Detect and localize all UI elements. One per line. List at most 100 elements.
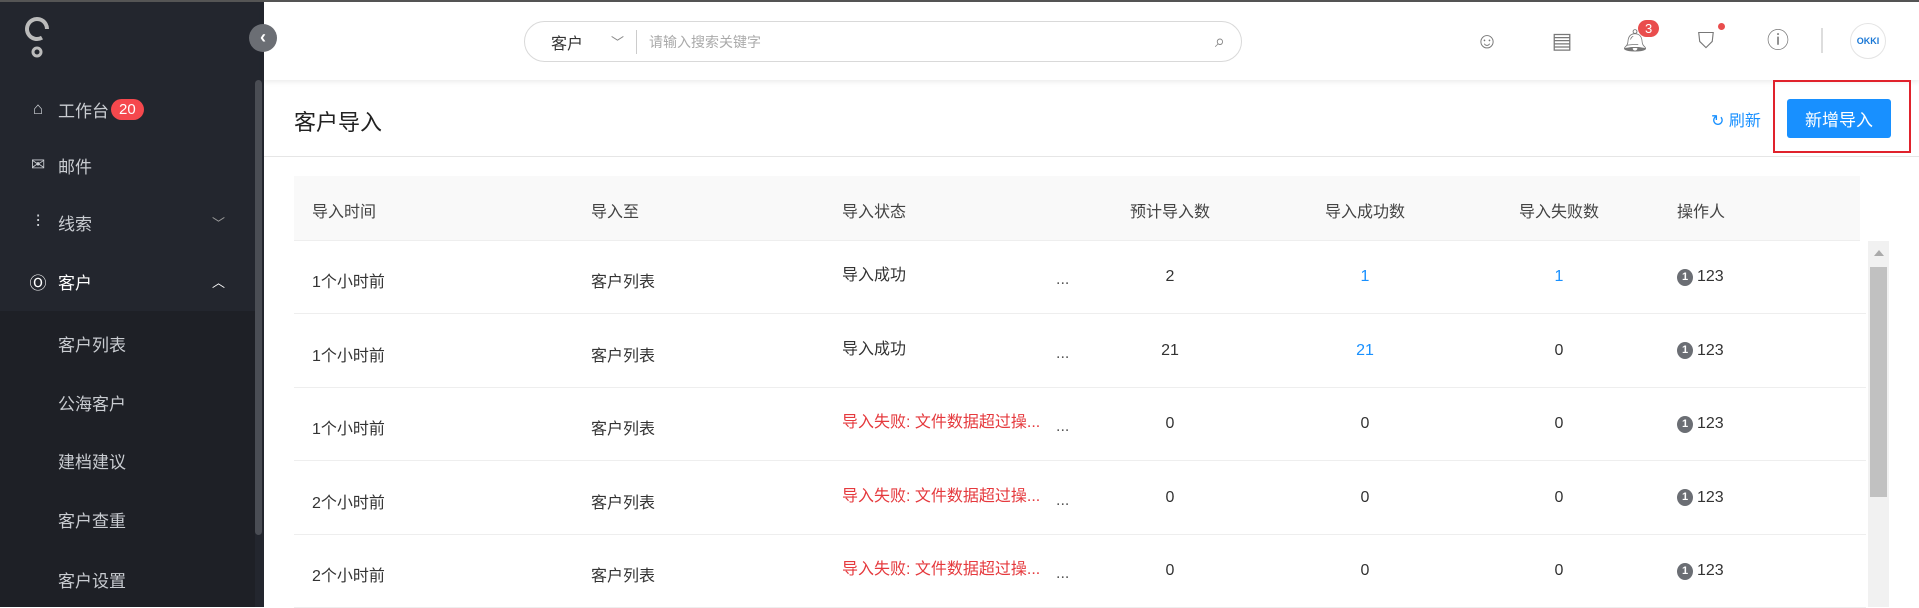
operator: 1 123 [1677,489,1724,507]
notification-badge: 3 [1638,20,1660,37]
sidebar: ⌂ 工作台 20 ✉ 邮件 ⫶ 线索 ﹀ Ⓞ 客户 ︿ 客户列表 公海客户 建档建议 客户查重… [0,2,264,607]
status-more-button[interactable]: ... [1056,345,1069,363]
collapse-sidebar-button[interactable]: ‹ [249,24,277,52]
chevron-down-icon: ﹀ [211,215,225,231]
import-target: 客户列表 [591,494,656,512]
failed-count: 0 [1554,562,1564,579]
sidebar-item-label: 线索 [58,214,92,234]
shield-alert-dot [1718,23,1725,30]
search-icon[interactable]: ⌕ [1215,31,1225,52]
import-status: 导入失败: 文件数据超过操... [842,561,1041,578]
sidebar-item-label: 客户 [58,273,92,293]
column-header: 导入状态 [842,204,907,221]
table-row: 1个小时前 客户列表 导入成功... 21 21 0 1 123 [294,315,1866,388]
avatar[interactable]: OKKI [1850,23,1886,59]
success-count[interactable]: 21 [1356,342,1374,360]
scroll-up-arrow-icon[interactable] [1874,250,1884,256]
customer-icon: Ⓞ [29,273,47,293]
operator-name: 123 [1697,268,1724,285]
import-target: 客户列表 [591,568,656,585]
import-status: 导入成功 [842,267,907,284]
operator: 1 123 [1677,562,1724,580]
logo-icon [25,17,49,58]
sidebar-subitem-filing-suggestions[interactable]: 建档建议 [58,448,126,473]
operator-name: 123 [1697,415,1724,432]
import-status: 导入失败: 文件数据超过操... [842,414,1041,431]
operator-icon: 1 [1677,489,1693,506]
column-header: 导入成功数 [1324,204,1406,221]
column-header: 导入失败数 [1518,204,1600,221]
expected-count: 0 [1165,562,1175,579]
operator: 1 123 [1677,268,1724,286]
expected-count: 2 [1165,268,1175,285]
status-more-button[interactable]: ... [1056,271,1069,289]
import-time: 1个小时前 [312,421,385,438]
table-header: 导入时间 导入至 导入状态 预计导入数 导入成功数 导入失败数 操作人 [294,176,1860,241]
failed-count[interactable]: 1 [1555,268,1564,286]
scrollbar-thumb[interactable] [1870,267,1887,497]
operator: 1 123 [1677,342,1724,360]
success-count: 0 [1360,415,1370,432]
operator-name: 123 [1697,341,1724,359]
assistant-icon[interactable]: ☺ [1472,26,1502,56]
status-more-button[interactable]: ... [1056,418,1069,436]
customer-submenu: 客户列表 公海客户 建档建议 客户查重 客户设置 [0,311,255,607]
status-more-button[interactable]: ... [1056,492,1069,510]
failed-count: 0 [1554,341,1564,359]
expected-count: 0 [1165,488,1175,506]
import-time: 2个小时前 [312,494,385,512]
highlight-box [1773,80,1911,153]
operator-name: 123 [1697,488,1724,506]
operator-icon: 1 [1677,268,1693,286]
success-count[interactable]: 1 [1361,268,1370,286]
failed-count: 0 [1554,415,1564,432]
refresh-button[interactable]: ↻ 刷新 [1711,107,1761,131]
sidebar-item-label: 邮件 [58,157,92,177]
title-divider [264,156,1919,157]
status-more-button[interactable]: ... [1056,565,1069,583]
column-header: 导入至 [591,204,640,221]
refresh-label: 刷新 [1728,113,1761,130]
column-header: 预计导入数 [1129,204,1211,221]
operator-name: 123 [1697,562,1724,579]
sidebar-subitem-customer-list[interactable]: 客户列表 [58,331,126,356]
import-status: 导入失败: 文件数据超过操... [842,487,1041,505]
import-time: 1个小时前 [312,347,385,365]
sidebar-item-workbench[interactable]: ⌂ 工作台 20 [0,84,255,134]
help-icon[interactable]: ⓘ [1763,26,1793,56]
sidebar-scrollbar[interactable] [255,80,262,535]
sidebar-item-leads[interactable]: ⫶ 线索 ﹀ [0,197,255,247]
import-target: 客户列表 [591,421,656,438]
shield-check-icon[interactable]: ⛉ [1691,26,1721,56]
sidebar-item-label: 工作台 [58,101,109,121]
import-time: 1个小时前 [312,274,385,291]
sidebar-item-mail[interactable]: ✉ 邮件 [0,140,255,190]
search-divider [636,29,638,54]
sidebar-subitem-public-customers[interactable]: 公海客户 [58,390,126,415]
refresh-icon: ↻ [1711,113,1725,130]
operator: 1 123 [1677,415,1724,433]
mail-icon: ✉ [30,155,46,174]
column-header: 导入时间 [312,204,377,221]
header-divider [1821,28,1823,53]
home-icon: ⌂ [32,99,44,118]
import-target: 客户列表 [591,274,656,291]
operator-icon: 1 [1677,342,1693,359]
operator-icon: 1 [1677,562,1693,580]
operator-icon: 1 [1677,415,1693,433]
calendar-icon[interactable]: ▤ [1547,26,1577,56]
search-category-select[interactable]: 客户 [551,30,583,54]
success-count: 0 [1360,562,1370,579]
global-search: 客户 ﹀ ⌕ [524,21,1242,62]
import-status: 导入成功 [842,340,907,358]
chevron-down-icon[interactable]: ﹀ [611,32,624,51]
sidebar-subitem-duplicate-check[interactable]: 客户查重 [58,507,126,532]
sidebar-item-customer[interactable]: Ⓞ 客户 ︿ [0,256,255,306]
table-row: 1个小时前 客户列表 导入失败: 文件数据超过操...... 0 0 0 1 123 [294,388,1866,461]
import-target: 客户列表 [591,347,656,365]
expected-count: 0 [1165,415,1175,432]
table-row: 1个小时前 客户列表 导入成功... 2 1 1 1 123 [294,241,1866,314]
table-scrollbar[interactable] [1868,241,1889,607]
sidebar-subitem-customer-settings[interactable]: 客户设置 [58,567,126,592]
search-input[interactable] [649,33,1190,50]
